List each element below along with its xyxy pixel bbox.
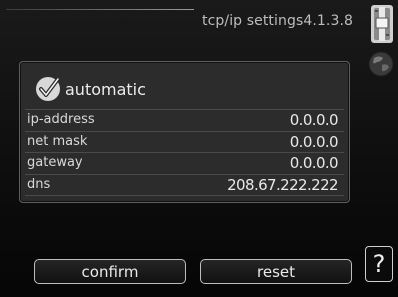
help-button[interactable]: ? (365, 246, 393, 282)
net-mask-row[interactable]: net mask 0.0.0.0 (25, 130, 344, 153)
globe-icon (368, 51, 394, 77)
automatic-label: automatic (65, 79, 146, 99)
row-value: 0.0.0.0 (289, 132, 339, 151)
row-label: gateway (27, 155, 83, 170)
row-label: net mask (27, 133, 88, 149)
settings-list: ip-address 0.0.0.0 net mask 0.0.0.0 gate… (25, 109, 344, 196)
row-value: 208.67.222.222 (227, 175, 338, 194)
page-title: tcp/ip settings4.1.3.8 (202, 13, 354, 29)
automatic-checkbox[interactable]: automatic (34, 74, 146, 104)
gateway-row[interactable]: gateway 0.0.0.0 (25, 152, 344, 174)
row-label: dns (27, 176, 51, 192)
header-divider (6, 9, 194, 10)
row-label: ip-address (27, 112, 95, 127)
tcpip-settings-panel: automatic ip-address 0.0.0.0 net mask 0.… (19, 61, 350, 203)
ip-address-row[interactable]: ip-address 0.0.0.0 (25, 109, 344, 131)
confirm-button[interactable]: confirm (34, 259, 186, 284)
slider-scroll-icon[interactable] (370, 4, 394, 44)
checkmark-icon (36, 77, 60, 101)
row-value: 0.0.0.0 (289, 111, 339, 129)
row-value: 0.0.0.0 (289, 154, 339, 172)
tcpip-settings-screen: tcp/ip settings4.1.3.8 automatic ip-addr… (0, 0, 398, 297)
reset-button[interactable]: reset (200, 259, 352, 284)
dns-row[interactable]: dns 208.67.222.222 (25, 173, 344, 196)
